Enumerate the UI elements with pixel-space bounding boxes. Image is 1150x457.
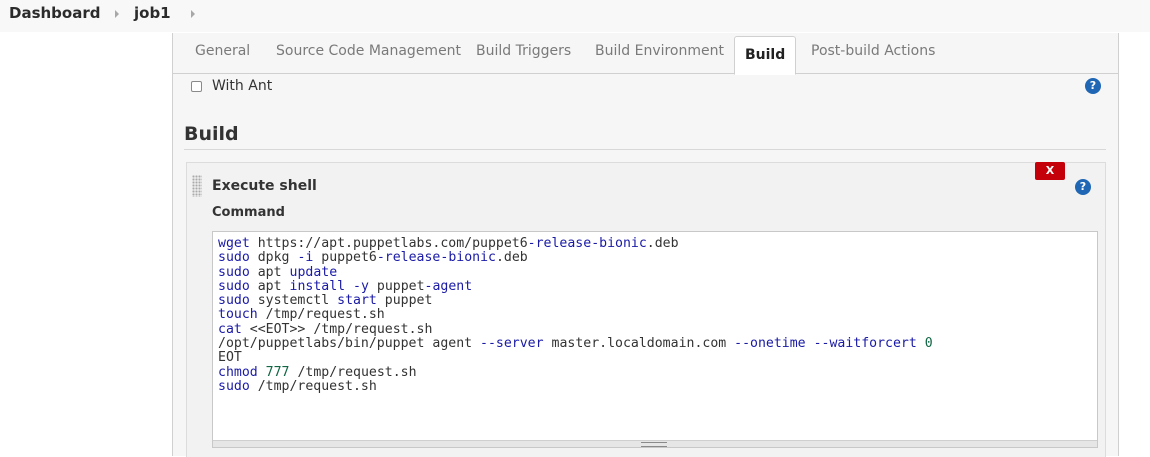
with-ant-label: With Ant bbox=[212, 78, 273, 94]
tab-build[interactable]: Build bbox=[734, 36, 797, 75]
textarea-resize-handle[interactable] bbox=[213, 440, 1097, 447]
with-ant-checkbox[interactable] bbox=[191, 81, 202, 92]
command-label: Command bbox=[212, 205, 285, 220]
chevron-right-icon[interactable] bbox=[115, 10, 119, 18]
breadcrumb-job1[interactable]: job1 bbox=[134, 4, 171, 22]
code-line: chmod 777 /tmp/request.sh bbox=[218, 364, 417, 380]
tab-general[interactable]: General bbox=[195, 43, 250, 59]
code-line: sudo systemctl start puppet bbox=[218, 293, 433, 309]
tab-post-build-actions[interactable]: Post-build Actions bbox=[811, 43, 935, 59]
command-code: wget https://apt.puppetlabs.com/puppet6-… bbox=[218, 236, 933, 394]
code-line: cat <<EOT>> /tmp/request.sh bbox=[218, 321, 433, 337]
tab-source-code-management[interactable]: Source Code Management bbox=[276, 43, 461, 59]
tab-build-environment[interactable]: Build Environment bbox=[595, 43, 724, 59]
config-tabs: General Source Code Management Build Tri… bbox=[173, 33, 1118, 75]
help-icon[interactable]: ? bbox=[1085, 78, 1101, 94]
execute-shell-title: Execute shell bbox=[212, 178, 317, 194]
code-line: wget https://apt.puppetlabs.com/puppet6-… bbox=[218, 236, 679, 251]
code-line: sudo /tmp/request.sh bbox=[218, 378, 377, 394]
code-line: sudo apt update bbox=[218, 264, 338, 280]
code-line: /opt/puppetlabs/bin/puppet agent --serve… bbox=[218, 336, 933, 352]
breadcrumb: Dashboard job1 bbox=[0, 0, 1150, 32]
chevron-right-icon[interactable] bbox=[191, 10, 195, 18]
code-line: sudo apt install -y puppet-agent bbox=[218, 278, 473, 294]
help-icon[interactable]: ? bbox=[1075, 179, 1091, 195]
grip-icon bbox=[641, 442, 667, 447]
config-panel: General Source Code Management Build Tri… bbox=[172, 33, 1119, 457]
execute-shell-step: Execute shell X ? Command wget https://a… bbox=[186, 162, 1106, 457]
command-textarea[interactable]: wget https://apt.puppetlabs.com/puppet6-… bbox=[212, 231, 1098, 448]
tab-build-triggers[interactable]: Build Triggers bbox=[476, 43, 571, 59]
build-section-title: Build bbox=[184, 123, 239, 145]
code-line: EOT bbox=[218, 350, 242, 366]
section-divider bbox=[184, 149, 1106, 150]
breadcrumb-dashboard[interactable]: Dashboard bbox=[9, 4, 100, 22]
delete-step-button[interactable]: X bbox=[1035, 162, 1065, 180]
code-line: sudo dpkg -i puppet6-release-bionic.deb bbox=[218, 250, 528, 266]
code-line: touch /tmp/request.sh bbox=[218, 307, 385, 323]
drag-handle-icon[interactable] bbox=[192, 175, 202, 197]
